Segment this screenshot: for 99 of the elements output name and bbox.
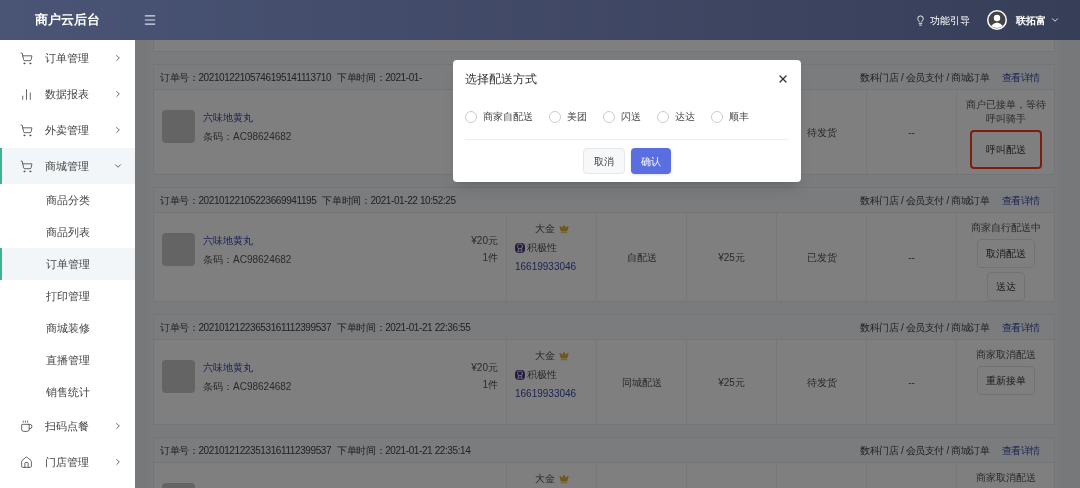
view-details-link[interactable]: 查看详情 [1001, 319, 1040, 335]
order-time: 下单时间：2021-01-22 10:52:25 [322, 193, 456, 208]
product-barcode: 条码：AC98624682 [203, 253, 293, 267]
order-note: 商家取消配送 [975, 471, 1036, 485]
delivery-option[interactable]: 美团 [549, 109, 587, 124]
order-action-button[interactable]: 重新接单 [976, 366, 1035, 395]
order-note: 商户已接单，等待呼叫骑手 [965, 98, 1046, 126]
member-phone[interactable]: 16619933046 [515, 259, 577, 274]
delivery-option[interactable]: 顺丰 [711, 109, 749, 124]
sidebar-subitem[interactable]: 商品列表 [0, 216, 135, 248]
delivery-fee: ¥25元 [718, 375, 745, 390]
chevron-right-icon [113, 125, 123, 135]
crown-icon [559, 473, 569, 484]
delivery-option[interactable]: 商家自配送 [465, 109, 533, 124]
order-source: 数科门店 / 会员支付 / 商城订单 [860, 443, 990, 458]
order-time: 下单时间：2021-01-21 22:36:55 [337, 320, 471, 335]
crown-icon [559, 350, 569, 361]
guide-link[interactable]: 功能引导 [930, 12, 970, 28]
order-note: 商家取消配送 [975, 348, 1036, 362]
order-source: 数科门店 / 会员支付 / 商城订单 [860, 70, 990, 85]
confirm-button[interactable]: 确认 [631, 148, 671, 174]
chevron-right-icon [113, 457, 123, 467]
sidebar-subitem[interactable]: 打印管理 [0, 280, 135, 312]
sidebar-item[interactable]: 门店管理 [0, 444, 135, 480]
delivery-type: 同城配送 [621, 375, 662, 390]
delivery-fee: ¥25元 [718, 250, 745, 265]
product-quantity: 1件 [482, 251, 498, 265]
chevron-down-icon [1050, 15, 1060, 25]
sidebar-item[interactable]: 数据报表 [0, 76, 135, 112]
member-level: 大金 [535, 222, 555, 236]
member-level: 大金 [535, 472, 555, 486]
avatar-icon[interactable] [986, 9, 1008, 31]
product-price: ¥20元 [471, 234, 498, 248]
sidebar-subitem[interactable]: 商城装修 [0, 312, 135, 344]
product-price: ¥20元 [471, 361, 498, 375]
order-action-button[interactable]: 取消配送 [976, 239, 1035, 268]
sidebar-subitem[interactable]: 销售统计 [0, 376, 135, 408]
order-time: 下单时间：2021-01-21 22:35:14 [337, 443, 471, 458]
view-details-link[interactable]: 查看详情 [1001, 69, 1040, 85]
order-status: 待发货 [806, 125, 837, 140]
order-number: 订单号：20210121223653161112399537 [160, 320, 332, 335]
order-number: 订单号：20210122105746195141113710 [160, 70, 332, 85]
product-name[interactable]: 六味地黄丸 [203, 233, 464, 248]
chevron-down-icon [113, 161, 123, 171]
placeholder-dash: -- [908, 250, 915, 265]
badge-icon [515, 369, 525, 380]
order-source: 数科门店 / 会员支付 / 商城订单 [860, 320, 990, 335]
placeholder-dash: -- [908, 375, 915, 390]
placeholder-dash: -- [908, 125, 915, 140]
product-thumbnail [162, 360, 195, 393]
product-barcode: 条码：AC98624682 [203, 130, 293, 144]
sidebar-subitem[interactable]: 商品分类 [0, 184, 135, 216]
cancel-button[interactable]: 取消 [583, 148, 625, 174]
app-logo: 商户云后台 [34, 11, 101, 30]
order-action-button[interactable]: 呼叫配送 [969, 130, 1042, 169]
delivery-type: 自配送 [626, 250, 657, 265]
sidebar-item[interactable]: 扫码点餐 [0, 408, 135, 444]
dialog-title: 选择配送方式 [465, 71, 537, 88]
view-details-link[interactable]: 查看详情 [1001, 442, 1040, 458]
member-tag: 积极性 [527, 367, 557, 382]
order-action-button[interactable]: 送达 [986, 272, 1025, 301]
product-quantity: 1件 [482, 378, 498, 392]
cart-icon [20, 51, 33, 65]
cup-icon [20, 419, 33, 433]
close-icon[interactable] [777, 73, 789, 85]
member-tag: 积极性 [527, 240, 557, 255]
sidebar-subitem[interactable]: 订单管理 [0, 248, 135, 280]
menu-icon[interactable] [143, 13, 157, 27]
delivery-option[interactable]: 闪送 [603, 109, 641, 124]
user-name[interactable]: 联拓富 [1016, 12, 1046, 28]
order-number: 订单号：20210121223513161112399537 [160, 443, 332, 458]
sidebar-subitem[interactable]: 直播管理 [0, 344, 135, 376]
product-name[interactable]: 六味地黄丸 [203, 360, 464, 375]
order-source: 数科门店 / 会员支付 / 商城订单 [860, 193, 990, 208]
order-status: 待发货 [806, 375, 837, 390]
badge-icon [515, 242, 525, 253]
order-number: 订单号：20210122105223669941195 [160, 193, 317, 208]
product-thumbnail [162, 110, 195, 143]
chevron-right-icon [113, 53, 123, 63]
sidebar-item[interactable]: 外卖管理 [0, 112, 135, 148]
lightbulb-icon [915, 14, 926, 26]
order-time: 下单时间：2021-01- [337, 70, 422, 85]
member-level: 大金 [535, 349, 555, 363]
sidebar-item[interactable]: 商城管理 [0, 148, 135, 184]
bar-chart-icon [20, 87, 33, 101]
house-icon [20, 455, 33, 469]
chevron-right-icon [113, 421, 123, 431]
crown-icon [559, 223, 569, 234]
view-details-link[interactable]: 查看详情 [1001, 192, 1040, 208]
product-thumbnail [162, 233, 195, 266]
cart-icon [20, 159, 33, 173]
order-status: 已发货 [806, 250, 837, 265]
product-barcode: 条码：AC98624682 [203, 380, 293, 394]
order-note: 商家自行配送中 [970, 221, 1041, 235]
member-phone[interactable]: 16619933046 [515, 386, 577, 401]
sidebar-item[interactable]: 订单管理 [0, 40, 135, 76]
delivery-option[interactable]: 达达 [657, 109, 695, 124]
cart-icon [20, 123, 33, 137]
chevron-right-icon [113, 89, 123, 99]
